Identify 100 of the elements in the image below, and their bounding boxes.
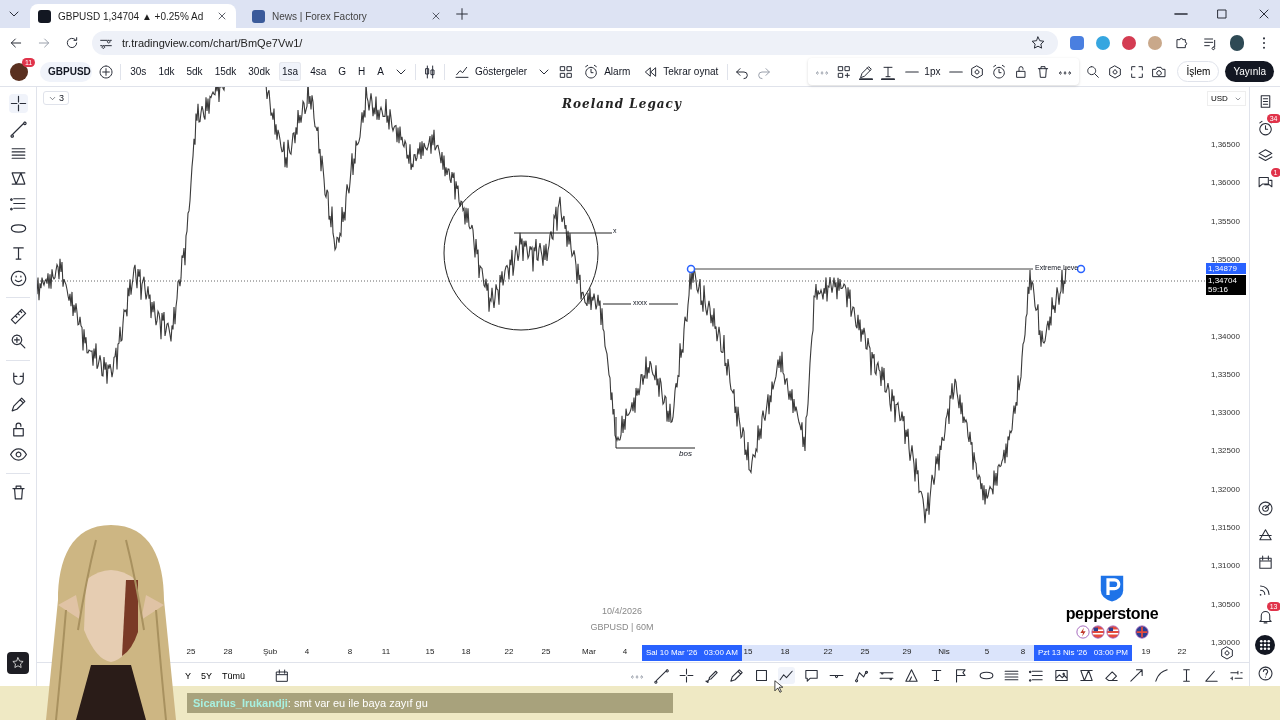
line-icon — [905, 69, 920, 74]
new-tab-icon[interactable] — [454, 6, 470, 22]
interval-button[interactable]: A — [374, 62, 387, 81]
crosshair-icon[interactable] — [678, 667, 695, 684]
time-tick-label: 8 — [347, 647, 353, 656]
line-handle[interactable] — [686, 264, 696, 274]
trend-line-icon[interactable] — [8, 119, 28, 138]
time-tick-label: 18 — [780, 647, 790, 656]
line-style-icon[interactable] — [949, 69, 964, 74]
target-icon[interactable] — [1256, 500, 1274, 517]
interval-button[interactable]: 1sa — [279, 62, 302, 81]
search-icon[interactable] — [1085, 63, 1102, 80]
interval-button[interactable]: 4sa — [307, 62, 330, 81]
time-tick-label: Mar — [582, 647, 596, 656]
browser-tab[interactable]: GBPUSD 1,34704 ▲ +0.25% Ad — [30, 4, 236, 28]
layout-grid-icon[interactable] — [558, 63, 575, 80]
currency-dropdown[interactable]: USD — [1207, 91, 1246, 106]
bookmark-star-icon[interactable] — [1030, 34, 1046, 51]
time-tick-label: 11 — [381, 647, 391, 656]
settings-icon[interactable] — [1107, 63, 1124, 80]
replay-button[interactable]: Tekrar oynat — [639, 61, 722, 82]
help-icon[interactable] — [1256, 665, 1274, 682]
smiley-icon[interactable] — [8, 269, 28, 288]
close-icon[interactable] — [216, 10, 228, 22]
alerts-icon[interactable] — [1256, 120, 1274, 137]
indicators-toggle[interactable]: 3 — [43, 91, 69, 105]
interval-button[interactable]: 30dk — [245, 62, 273, 81]
logo-text: pepperstone — [1065, 605, 1159, 623]
price-tick-label: 1,32000 — [1211, 484, 1240, 494]
interval-button[interactable]: 1dk — [155, 62, 178, 81]
level-price-label: 1,34879 — [1206, 263, 1246, 274]
close-icon[interactable] — [430, 10, 442, 22]
layers-icon[interactable] — [1256, 147, 1274, 164]
line-width-button[interactable]: 1px — [902, 64, 944, 79]
interval-button[interactable]: H — [355, 62, 369, 81]
go-to-date-icon[interactable] — [274, 667, 291, 684]
curve-icon[interactable] — [1153, 667, 1170, 684]
minimize-icon[interactable] — [1174, 12, 1188, 16]
price-tick-label: 1,34000 — [1211, 331, 1240, 340]
range-button[interactable]: Y — [182, 668, 194, 683]
interval-button[interactable]: G — [335, 62, 350, 81]
add-template-icon[interactable] — [836, 63, 853, 80]
line-handle[interactable] — [1076, 264, 1086, 274]
interval-button[interactable]: 15dk — [211, 62, 240, 81]
callout-icon[interactable] — [803, 667, 820, 684]
browser-tab[interactable]: News | Forex Factory — [244, 4, 450, 28]
price-tick-label: 1,30500 — [1211, 599, 1240, 609]
settings-icon[interactable] — [1219, 645, 1235, 661]
compare-icon[interactable] — [98, 63, 115, 80]
apps-grid-icon[interactable] — [1255, 635, 1275, 655]
range-button[interactable]: Tümü — [219, 668, 249, 683]
price-tick-label: 1,35000 — [1211, 254, 1240, 264]
trade-button[interactable]: İşlem — [1177, 61, 1220, 82]
interval-button[interactable]: 30s — [127, 62, 150, 81]
trend-line-icon[interactable] — [653, 667, 670, 684]
price-tick-label: 1,31500 — [1211, 522, 1240, 532]
range-start-label: Sal 10 Mar '26 03:00 AM — [642, 645, 742, 661]
alarm-button[interactable]: Alarm — [580, 61, 634, 82]
address-field[interactable]: tr.tradingview.com/chart/BmQe7Vw1/ — [92, 30, 1058, 55]
price-tick-label: 1,32500 — [1211, 445, 1240, 455]
symbol-search-field[interactable]: GBPUSD — [40, 61, 93, 82]
triangle-icon[interactable] — [903, 667, 920, 684]
extension-icon[interactable] — [1096, 35, 1110, 50]
chart-symbol-caption: GBPUSD | 60M — [590, 622, 654, 632]
extension-icon[interactable] — [1070, 35, 1084, 50]
indicators-button[interactable]: Göstergeler — [450, 61, 531, 82]
star-icon — [11, 656, 25, 670]
maximize-icon[interactable] — [1214, 6, 1230, 22]
reload-icon[interactable] — [64, 34, 80, 51]
interval-button[interactable]: 5dk — [183, 62, 206, 81]
lightning-icon — [1075, 625, 1090, 639]
extension-icon[interactable] — [1122, 35, 1136, 50]
publish-button[interactable]: Yayınla — [1225, 61, 1274, 82]
calendar-icon[interactable] — [1256, 554, 1274, 571]
favorites-button[interactable] — [7, 652, 29, 674]
flag-icon — [1105, 625, 1120, 639]
fullscreen-icon[interactable] — [1129, 63, 1146, 80]
ruler-icon[interactable] — [8, 307, 28, 326]
time-tick-label: 4 — [304, 647, 310, 656]
image-icon[interactable] — [1053, 667, 1070, 684]
time-tick-label: 22 — [1177, 647, 1187, 656]
time-tick-label: Şub — [262, 647, 278, 656]
chat-message: : smt var eu ile baya zayıf gu — [287, 697, 428, 709]
highlighter-icon[interactable] — [728, 667, 745, 684]
arrow-icon[interactable] — [1128, 667, 1145, 684]
range-button[interactable]: 5Y — [198, 668, 216, 683]
path-icon[interactable] — [778, 667, 795, 684]
crosshair-icon[interactable] — [8, 94, 28, 113]
add-alert-icon[interactable] — [991, 63, 1008, 80]
rectangle-icon[interactable] — [753, 667, 770, 684]
pencil-icon[interactable] — [858, 63, 875, 80]
eye-icon[interactable] — [8, 445, 28, 464]
chat-username: Sicarius_Irukandji — [193, 697, 288, 709]
profile-avatar-icon[interactable] — [1230, 34, 1244, 51]
time-tick-label: 18 — [461, 647, 471, 656]
pattern-icon[interactable] — [1078, 667, 1095, 684]
bell-icon[interactable] — [1256, 608, 1274, 625]
time-tick-label: 15 — [743, 647, 753, 656]
chart-watermark: Roeland Legacy — [562, 97, 682, 111]
settings-icon[interactable] — [969, 63, 986, 80]
